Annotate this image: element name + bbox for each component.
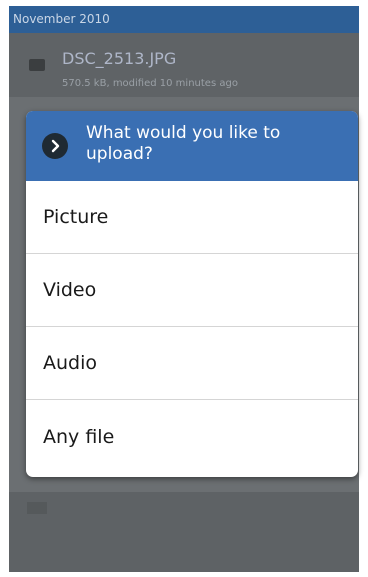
chevron-right-icon <box>42 133 68 159</box>
file-name: DSC_2513.JPG <box>62 49 177 68</box>
option-any-file[interactable]: Any file <box>26 400 358 473</box>
file-list-item: DSC_2513.JPG 570.5 kB, modified 10 minut… <box>9 33 359 97</box>
option-picture[interactable]: Picture <box>26 181 358 254</box>
upload-options-list: Picture Video Audio Any file <box>26 181 358 477</box>
upload-type-dialog: What would you like to upload? Picture V… <box>26 111 358 477</box>
section-header: November 2010 <box>9 6 359 33</box>
dialog-title: What would you like to upload? <box>86 123 281 164</box>
option-video[interactable]: Video <box>26 254 358 327</box>
file-meta: 570.5 kB, modified 10 minutes ago <box>62 78 238 89</box>
file-list-item-dimmed <box>9 492 359 572</box>
dialog-title-bar: What would you like to upload? <box>26 111 358 181</box>
file-icon <box>29 59 45 71</box>
option-audio[interactable]: Audio <box>26 327 358 400</box>
file-icon <box>27 502 47 514</box>
